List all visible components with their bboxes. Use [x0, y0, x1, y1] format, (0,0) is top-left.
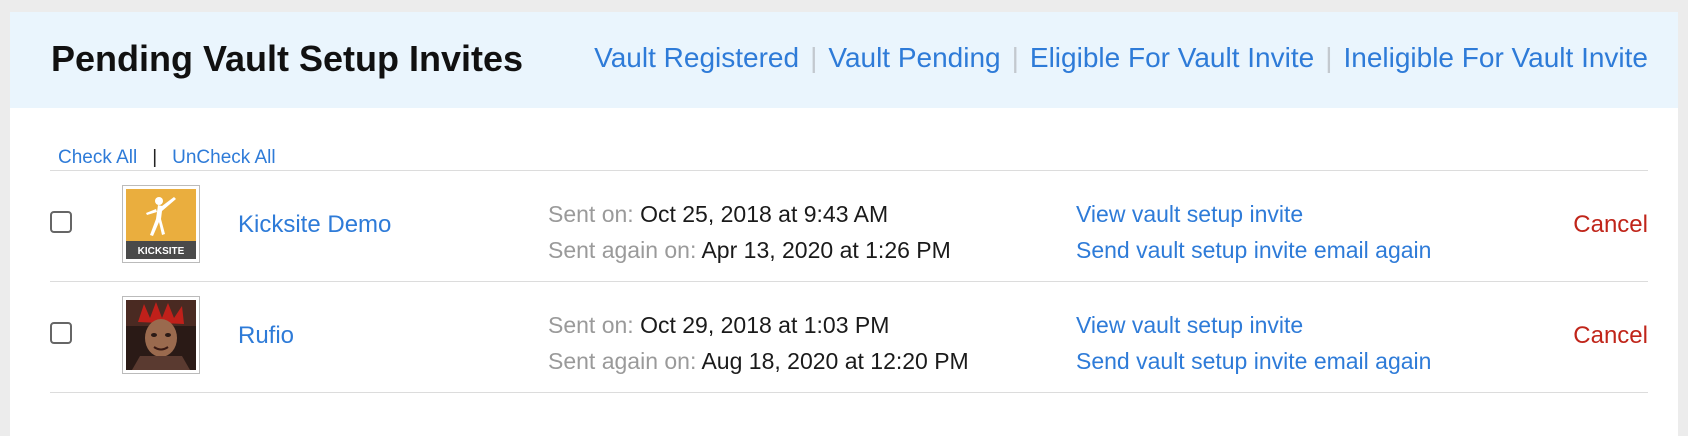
- bulk-separator: |: [152, 147, 158, 168]
- sent-on-label: Sent on:: [548, 312, 634, 338]
- sent-dates: Sent on: Oct 29, 2018 at 1:03 PM Sent ag…: [548, 307, 969, 379]
- resend-invite-link[interactable]: Send vault setup invite email again: [1076, 343, 1431, 379]
- contact-name-link[interactable]: Kicksite Demo: [238, 211, 391, 239]
- bulk-select-bar: Check All | UnCheck All: [58, 147, 276, 169]
- filter-vault-registered[interactable]: Vault Registered: [594, 42, 799, 74]
- cancel-invite-link[interactable]: Cancel: [1573, 211, 1648, 239]
- filter-separator: |: [810, 42, 818, 73]
- avatar: KICKSITE: [122, 185, 200, 263]
- filter-links: Vault Registered | Vault Pending | Eligi…: [594, 42, 1648, 74]
- kicksite-logo-text: KICKSITE: [138, 246, 185, 257]
- row-checkbox[interactable]: [50, 322, 72, 344]
- filter-separator: |: [1011, 42, 1019, 73]
- sent-again-on-value: Aug 18, 2020 at 12:20 PM: [701, 348, 969, 374]
- view-invite-link[interactable]: View vault setup invite: [1076, 196, 1431, 232]
- row-checkbox[interactable]: [50, 211, 72, 233]
- filter-eligible-for-vault-invite[interactable]: Eligible For Vault Invite: [1030, 42, 1314, 74]
- avatar: [122, 296, 200, 374]
- sent-again-on-value: Apr 13, 2020 at 1:26 PM: [701, 237, 951, 263]
- filter-vault-pending[interactable]: Vault Pending: [828, 42, 1000, 74]
- check-all-link[interactable]: Check All: [58, 147, 137, 169]
- sent-on-label: Sent on:: [548, 201, 634, 227]
- invite-row: KICKSITE Kicksite Demo Sent on: Oct 25, …: [10, 171, 1678, 290]
- divider: [50, 392, 1648, 393]
- contact-name-link[interactable]: Rufio: [238, 322, 294, 350]
- sent-on-value: Oct 29, 2018 at 1:03 PM: [640, 312, 890, 338]
- sent-again-on-label: Sent again on:: [548, 348, 697, 374]
- resend-invite-link[interactable]: Send vault setup invite email again: [1076, 232, 1431, 268]
- filter-ineligible-for-vault-invite[interactable]: Ineligible For Vault Invite: [1343, 42, 1648, 74]
- filter-separator: |: [1325, 42, 1333, 73]
- page-header: Pending Vault Setup Invites Vault Regist…: [10, 12, 1678, 108]
- invite-actions: View vault setup invite Send vault setup…: [1076, 307, 1431, 379]
- invites-panel: Pending Vault Setup Invites Vault Regist…: [10, 12, 1678, 436]
- cancel-invite-link[interactable]: Cancel: [1573, 322, 1648, 350]
- invite-row: Rufio Sent on: Oct 29, 2018 at 1:03 PM S…: [10, 282, 1678, 401]
- uncheck-all-link[interactable]: UnCheck All: [172, 147, 276, 169]
- page-title: Pending Vault Setup Invites: [51, 38, 524, 79]
- user-photo-icon: [126, 300, 196, 370]
- invite-actions: View vault setup invite Send vault setup…: [1076, 196, 1431, 268]
- sent-dates: Sent on: Oct 25, 2018 at 9:43 AM Sent ag…: [548, 196, 951, 268]
- sent-again-on-label: Sent again on:: [548, 237, 697, 263]
- sent-on-value: Oct 25, 2018 at 9:43 AM: [640, 201, 889, 227]
- kicksite-logo-icon: KICKSITE: [126, 189, 196, 259]
- view-invite-link[interactable]: View vault setup invite: [1076, 307, 1431, 343]
